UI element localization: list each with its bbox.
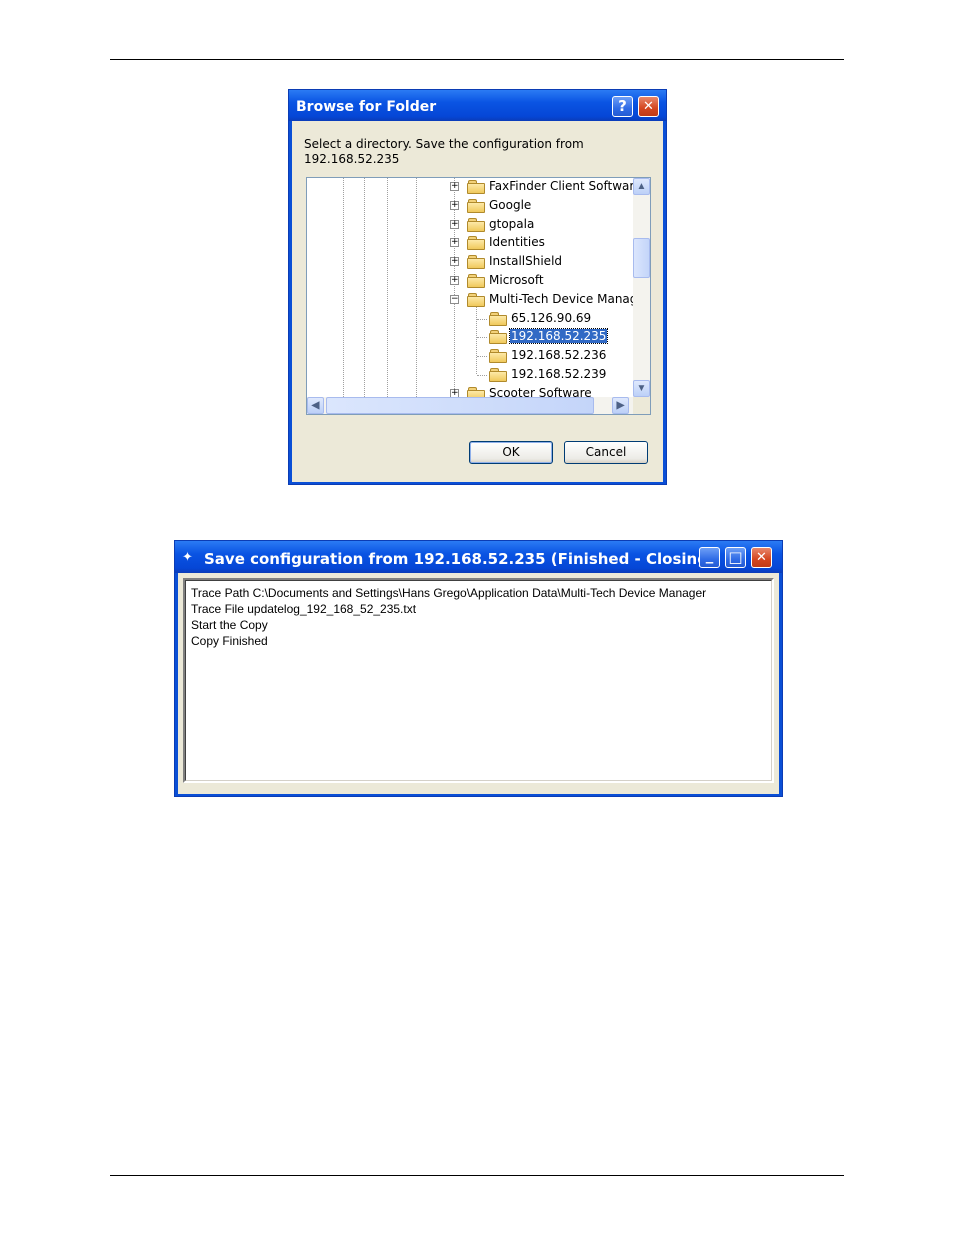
tree-item[interactable]: 65.126.90.69 — [307, 310, 632, 328]
prompt-line-2: 192.168.52.235 — [304, 152, 400, 166]
tree-item[interactable]: + gtopala — [307, 216, 632, 234]
close-button[interactable]: ✕ — [638, 96, 659, 117]
tree-connector — [477, 356, 487, 358]
tree-item-label: Identities — [489, 235, 545, 250]
folder-icon — [467, 217, 485, 232]
tree-connector — [477, 337, 487, 339]
tree-item[interactable]: + Microsoft — [307, 272, 632, 290]
expand-icon[interactable]: + — [450, 219, 459, 229]
folder-icon — [489, 330, 507, 345]
dialog-title: Browse for Folder — [296, 99, 437, 115]
maximize-button[interactable]: □ — [725, 547, 746, 568]
ok-button[interactable]: OK — [469, 441, 553, 464]
folder-icon — [467, 236, 485, 251]
tree-item[interactable]: − Multi-Tech Device Manag — [307, 291, 637, 309]
minimize-button[interactable]: _ — [699, 547, 720, 568]
tree-item[interactable]: + FaxFinder Client Softwar — [307, 178, 635, 196]
folder-icon — [489, 349, 507, 364]
expand-icon[interactable]: + — [450, 182, 459, 191]
tree-item-label: 192.168.52.239 — [511, 367, 607, 381]
dialog-client: Select a directory. Save the configurati… — [292, 121, 663, 482]
browse-for-folder-dialog: Browse for Folder ? ✕ Select a directory… — [288, 89, 667, 485]
tree-item-label: 65.126.90.69 — [511, 310, 592, 325]
folder-icon — [467, 292, 485, 307]
vertical-scroll-thumb[interactable] — [633, 238, 650, 278]
log-output-inner: Trace Path C:\Documents and Settings\Han… — [185, 580, 772, 781]
tree-item[interactable]: + Google — [307, 197, 632, 215]
window-title: Save configuration from 192.168.52.235 (… — [204, 550, 715, 568]
close-button[interactable]: ✕ — [751, 547, 772, 568]
header-rule — [110, 59, 844, 60]
tree-item-label: Google — [489, 197, 532, 212]
scrollbar-corner — [633, 397, 650, 414]
dialog-titlebar[interactable]: Browse for Folder ? ✕ — [289, 90, 666, 121]
expand-icon[interactable]: + — [450, 200, 459, 210]
folder-icon — [489, 368, 507, 382]
tree-item-label: InstallShield — [489, 254, 563, 269]
cancel-button[interactable]: Cancel — [564, 441, 648, 464]
save-configuration-window: ✦ Save configuration from 192.168.52.235… — [174, 540, 783, 797]
footer-rule — [110, 1175, 844, 1176]
window-client: Trace Path C:\Documents and Settings\Han… — [178, 573, 779, 794]
tree-item-label-selected: 192.168.52.235 — [508, 328, 609, 345]
window-titlebar[interactable]: ✦ Save configuration from 192.168.52.235… — [175, 541, 782, 573]
horizontal-scroll-thumb[interactable] — [326, 397, 594, 414]
tree-item[interactable]: + InstallShield — [307, 253, 632, 271]
scroll-down-icon[interactable]: ▼ — [633, 380, 650, 397]
tree-item-label: Multi-Tech Device Manag — [489, 291, 638, 306]
help-button[interactable]: ? — [612, 96, 633, 117]
scroll-left-icon[interactable]: ◀ — [307, 397, 324, 414]
log-line: Trace Path C:\Documents and Settings\Han… — [191, 586, 707, 600]
horizontal-scrollbar[interactable]: ◀ ▶ — [307, 397, 650, 414]
tree-item[interactable]: 192.168.52.239 — [307, 366, 632, 384]
expand-icon[interactable]: + — [450, 257, 459, 267]
folder-icon — [467, 180, 485, 194]
prompt-line-1: Select a directory. Save the configurati… — [304, 137, 584, 151]
log-line: Start the Copy — [191, 618, 268, 632]
tree-item-label: gtopala — [489, 216, 535, 231]
collapse-icon[interactable]: − — [450, 294, 459, 304]
vertical-scrollbar[interactable]: ▲ ▼ — [633, 178, 650, 397]
tree-item-label: 192.168.52.236 — [511, 348, 607, 363]
tree-connector — [477, 375, 487, 376]
tree-item-label: FaxFinder Client Softwar — [489, 179, 635, 193]
folder-icon — [467, 255, 485, 270]
tree-item[interactable]: + Identities — [307, 234, 632, 252]
expand-icon[interactable]: + — [450, 276, 459, 285]
folder-icon — [467, 274, 485, 288]
folder-icon — [467, 198, 485, 213]
expand-icon[interactable]: + — [450, 238, 459, 248]
tree-item-label: Microsoft — [489, 273, 544, 287]
scroll-up-icon[interactable]: ▲ — [633, 178, 650, 195]
prompt-text: Select a directory. Save the configurati… — [304, 137, 584, 167]
log-output[interactable]: Trace Path C:\Documents and Settings\Han… — [183, 578, 774, 783]
tree-item[interactable]: 192.168.52.235 — [307, 328, 632, 346]
tree-connector — [477, 318, 487, 320]
folder-icon — [489, 311, 507, 326]
log-line: Trace File updatelog_192_168_52_235.txt — [191, 602, 417, 616]
scroll-right-icon[interactable]: ▶ — [612, 397, 629, 414]
folder-tree[interactable]: + FaxFinder Client Softwar + Google + gtopala… — [306, 177, 651, 415]
plug-icon: ✦ — [182, 549, 193, 564]
log-line: Copy Finished — [191, 634, 268, 648]
tree-item[interactable]: 192.168.52.236 — [307, 347, 632, 365]
